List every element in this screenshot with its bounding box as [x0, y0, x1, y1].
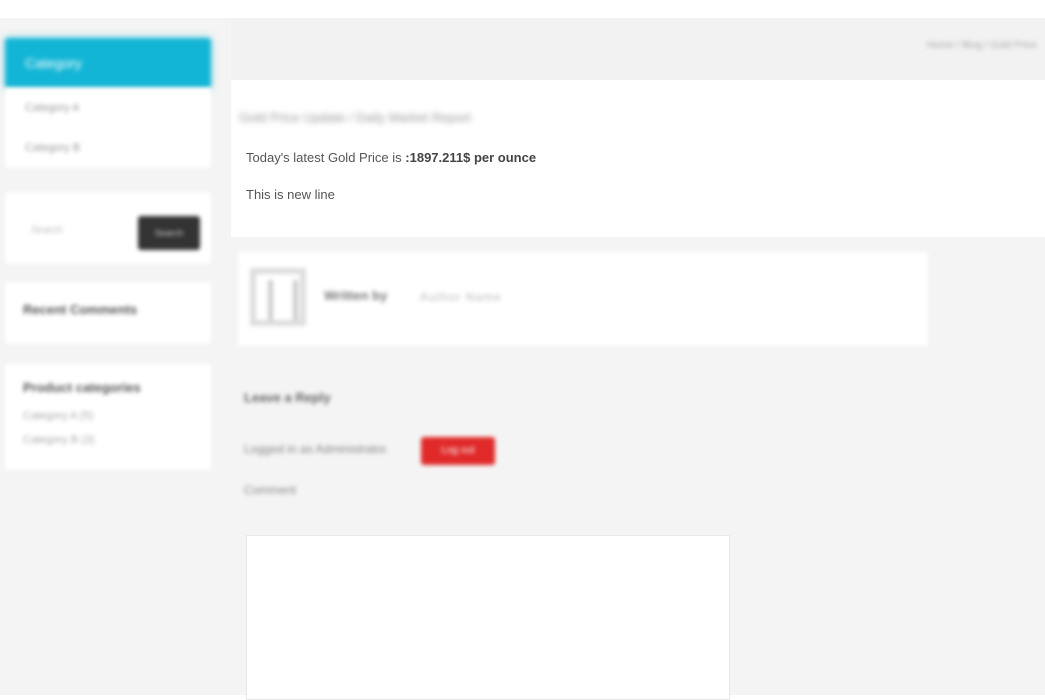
gold-price-prefix: Today's latest Gold Price is	[246, 150, 406, 165]
sidebar-item-active[interactable]: Category	[5, 38, 211, 88]
gold-price-value: :1897.211$ per ounce	[405, 150, 537, 165]
logout-button[interactable]: Log out	[421, 437, 495, 465]
category-link[interactable]: Category B (3)	[23, 434, 95, 446]
widget-title: Product categories	[23, 380, 141, 395]
search-button[interactable]: Search	[138, 216, 200, 250]
reply-title: Leave a Reply	[244, 390, 331, 405]
breadcrumb[interactable]: Home / Blog / Gold Price	[927, 40, 1037, 51]
post-card: Gold Price Update / Daily Market Report …	[231, 80, 1045, 237]
sidebar-links-card: Category A Category B	[5, 88, 211, 168]
sidebar-link[interactable]: Category B	[5, 128, 211, 168]
search-input[interactable]: Search	[23, 216, 131, 246]
author-box: Written by Author Name	[238, 252, 928, 346]
post-title: Gold Price Update / Daily Market Report	[239, 110, 471, 125]
categories-widget: Product categories Category A (5) Catego…	[5, 364, 211, 470]
author-label: Written by	[324, 288, 388, 303]
widget-title: Recent Comments	[23, 302, 138, 317]
author-name[interactable]: Author Name	[420, 290, 502, 304]
post-second-line: This is new line	[246, 187, 335, 202]
search-widget: Search Search	[5, 192, 211, 264]
category-link[interactable]: Category A (5)	[23, 410, 93, 422]
avatar	[250, 268, 306, 326]
logged-in-text: Logged in as Administrator.	[244, 442, 389, 456]
recent-comments-widget: Recent Comments	[5, 282, 211, 344]
sidebar-link[interactable]: Category A	[5, 88, 211, 128]
comment-label: Comment	[244, 483, 297, 497]
top-bar: Home / Blog / Gold Price	[231, 18, 1045, 80]
gold-price-line: Today's latest Gold Price is :1897.211$ …	[246, 150, 536, 165]
comment-textarea[interactable]	[246, 535, 730, 700]
